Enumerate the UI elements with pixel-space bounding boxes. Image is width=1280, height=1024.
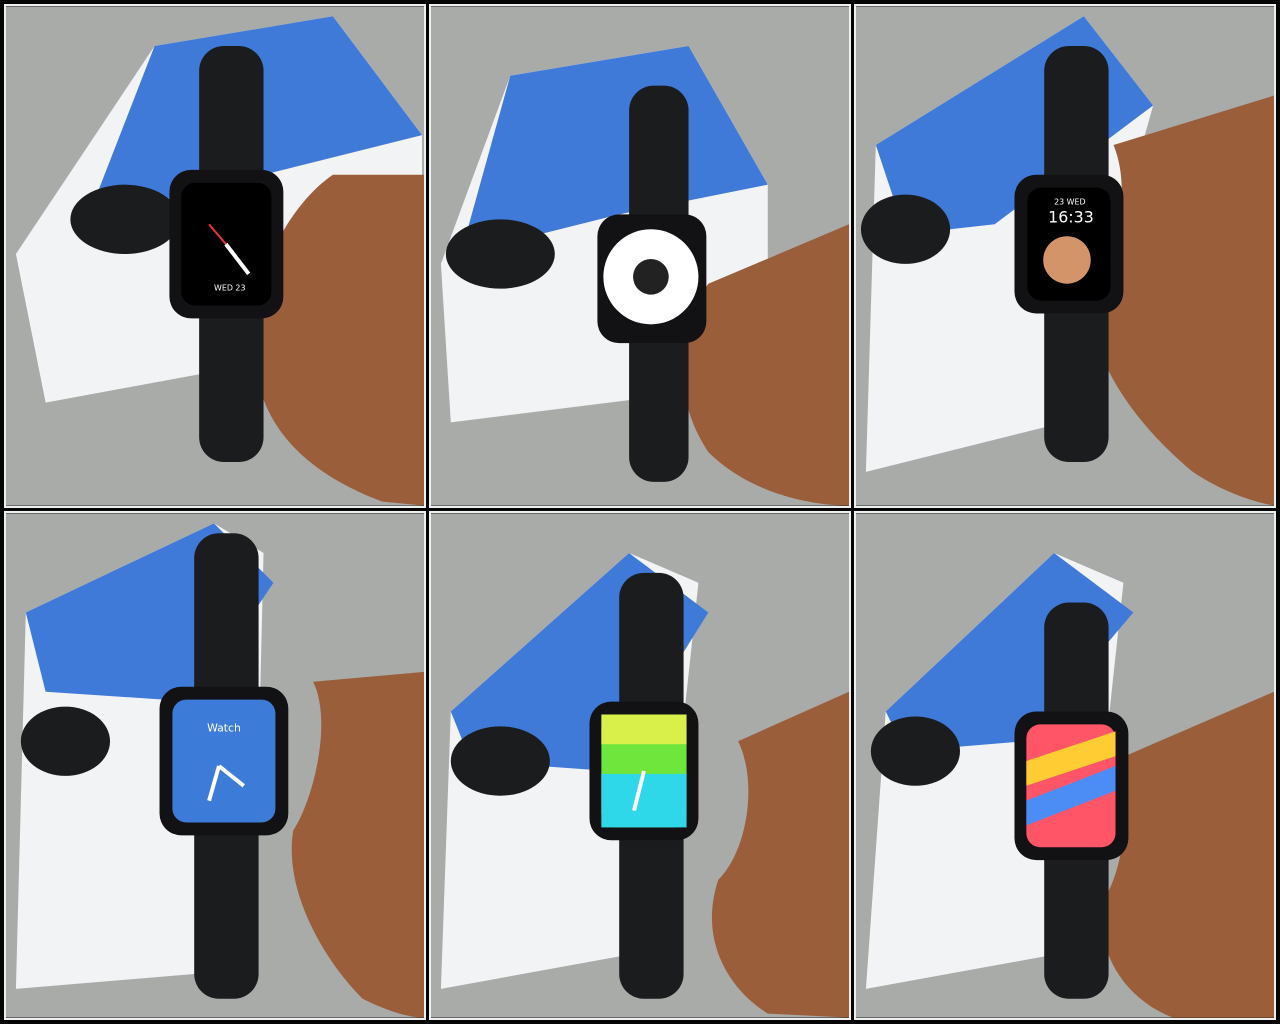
photo-panel-1: WED 23 [4,4,426,508]
watch-date-label: 23 WED [1054,197,1085,206]
smartwatch-photo: 23 WED 16:33 [856,6,1274,506]
activity-ring [633,258,669,295]
photo-panel-3: 23 WED 16:33 [854,4,1276,508]
watch-brand-label: Watch [207,721,241,734]
watch-date-label: WED 23 [214,284,245,293]
smartwatch-photo [431,6,849,506]
smartwatch-photo [856,513,1274,1018]
photo-panel-5 [429,511,851,1020]
smartwatch-photo: Watch [6,513,424,1018]
watch-screen [172,699,276,823]
smartwatch-photo [431,513,849,1018]
memoji-avatar [1043,236,1091,284]
photo-panel-2 [429,4,851,508]
watch-time-label: 16:33 [1048,207,1094,226]
product-collage: WED 23 23 WED 16:33 Watch [0,0,1280,1024]
photo-panel-4: Watch [4,511,426,1020]
photo-panel-6 [854,511,1276,1020]
smartwatch-photo: WED 23 [6,6,424,506]
